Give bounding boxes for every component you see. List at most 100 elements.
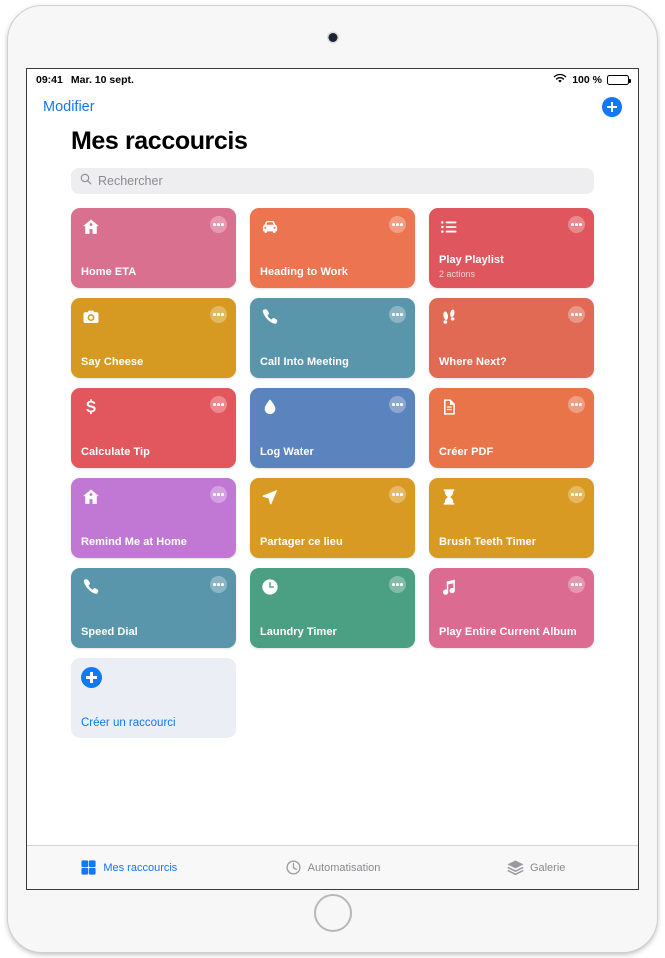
search-input[interactable]: Rechercher <box>71 168 594 194</box>
add-shortcut-button[interactable] <box>602 97 622 117</box>
tab-bar: Mes raccourcis Automatisation Galerie <box>27 845 638 889</box>
shortcut-card-title: Play Playlist <box>439 253 504 266</box>
shortcut-card-log-water[interactable]: Log Water <box>250 388 415 468</box>
main-content: Mes raccourcis Rechercher Home ETA Headin… <box>27 127 638 738</box>
status-bar: 09:41 Mar. 10 sept. 100 % <box>27 69 638 90</box>
tab-galerie[interactable]: Galerie <box>434 859 638 876</box>
ellipsis-icon[interactable] <box>389 396 406 413</box>
navigation-icon <box>260 487 280 507</box>
clock-icon <box>260 577 280 597</box>
shortcut-card-partager-ce-lieu[interactable]: Partager ce lieu <box>250 478 415 558</box>
status-date: Mar. 10 sept. <box>70 73 134 86</box>
ipad-screen: 09:41 Mar. 10 sept. 100 % Modifier Mes r… <box>26 68 639 890</box>
shortcut-card-text: Call Into Meeting <box>260 356 405 369</box>
ipad-device-frame: 09:41 Mar. 10 sept. 100 % Modifier Mes r… <box>8 6 657 952</box>
shortcut-card-home-eta[interactable]: Home ETA <box>71 208 236 288</box>
search-placeholder: Rechercher <box>98 174 163 188</box>
page-title: Mes raccourcis <box>71 127 248 155</box>
shortcut-card-title: Brush Teeth Timer <box>439 535 537 548</box>
ellipsis-icon[interactable] <box>568 216 585 233</box>
shortcut-card-text: Créer PDF <box>439 446 584 459</box>
tab-label: Galerie <box>529 861 566 874</box>
shortcut-card-speed-dial[interactable]: Speed Dial <box>71 568 236 648</box>
status-time: 09:41 <box>36 73 63 86</box>
shortcut-card-title: Speed Dial <box>81 625 138 638</box>
shortcut-card-text: Play Entire Current Album <box>439 626 584 639</box>
shortcut-card-title: Créer PDF <box>439 445 494 458</box>
create-shortcut-card[interactable]: Créer un raccourci <box>71 658 236 738</box>
shortcut-card-laundry-timer[interactable]: Laundry Timer <box>250 568 415 648</box>
battery-percent-label: 100 % <box>572 73 602 86</box>
camera-icon <box>81 307 101 327</box>
list-icon <box>439 217 459 237</box>
shortcut-card-play-playlist[interactable]: Play Playlist 2 actions <box>429 208 594 288</box>
shortcut-card-text: Say Cheese <box>81 356 226 369</box>
shortcut-card-title: Partager ce lieu <box>260 535 343 548</box>
front-camera-icon <box>328 33 337 42</box>
wifi-icon <box>553 73 567 87</box>
shortcut-card-text: Play Playlist 2 actions <box>439 254 584 279</box>
home-button[interactable] <box>313 894 352 932</box>
house-icon <box>81 487 101 507</box>
shortcut-card-title: Remind Me at Home <box>81 535 187 548</box>
ellipsis-icon[interactable] <box>389 306 406 323</box>
shortcuts-grid: Home ETA Heading to Work Play Playlist 2 ac… <box>71 208 594 738</box>
tab-mes-raccourcis[interactable]: Mes raccourcis <box>27 859 231 876</box>
edit-button[interactable]: Modifier <box>43 99 95 115</box>
shortcut-card-heading-to-work[interactable]: Heading to Work <box>250 208 415 288</box>
hourglass-icon <box>439 487 459 507</box>
ellipsis-icon[interactable] <box>210 486 227 503</box>
ellipsis-icon[interactable] <box>568 576 585 593</box>
shortcut-card-cr-er-pdf[interactable]: Créer PDF <box>429 388 594 468</box>
house-icon <box>81 217 101 237</box>
droplet-icon <box>260 397 280 417</box>
music-note-icon <box>439 577 459 597</box>
shortcut-card-text: Remind Me at Home <box>81 536 226 549</box>
navigation-bar: Modifier <box>27 90 638 124</box>
ellipsis-icon[interactable] <box>568 306 585 323</box>
ellipsis-icon[interactable] <box>389 576 406 593</box>
footprints-icon <box>439 307 459 327</box>
shortcut-card-text: Speed Dial <box>81 626 226 639</box>
create-shortcut-label: Créer un raccourci <box>81 717 176 729</box>
shortcut-card-text: Where Next? <box>439 356 584 369</box>
dollar-icon <box>81 397 101 417</box>
clock-automation-icon <box>285 859 302 876</box>
shortcut-card-title: Call Into Meeting <box>260 355 349 368</box>
plus-circle-icon <box>81 667 102 688</box>
shortcut-card-calculate-tip[interactable]: Calculate Tip <box>71 388 236 468</box>
shortcut-card-call-into-meeting[interactable]: Call Into Meeting <box>250 298 415 378</box>
phone-icon <box>81 577 101 597</box>
ellipsis-icon[interactable] <box>210 306 227 323</box>
ellipsis-icon[interactable] <box>568 486 585 503</box>
shortcut-card-text: Log Water <box>260 446 405 459</box>
ellipsis-icon[interactable] <box>389 486 406 503</box>
tab-label: Mes raccourcis <box>103 861 178 874</box>
shortcut-card-title: Log Water <box>260 445 314 458</box>
ellipsis-icon[interactable] <box>210 396 227 413</box>
shortcut-card-title: Say Cheese <box>81 355 144 368</box>
tab-label: Automatisation <box>307 861 381 874</box>
shortcut-card-text: Calculate Tip <box>81 446 226 459</box>
shortcut-card-text: Laundry Timer <box>260 626 405 639</box>
shortcut-card-brush-teeth-timer[interactable]: Brush Teeth Timer <box>429 478 594 558</box>
tab-automatisation[interactable]: Automatisation <box>231 859 435 876</box>
grid-squares-icon <box>80 859 97 876</box>
shortcut-card-where-next[interactable]: Where Next? <box>429 298 594 378</box>
shortcut-card-play-entire-current-album[interactable]: Play Entire Current Album <box>429 568 594 648</box>
shortcut-card-remind-me-at-home[interactable]: Remind Me at Home <box>71 478 236 558</box>
shortcut-card-text: Heading to Work <box>260 266 405 279</box>
shortcut-card-title: Calculate Tip <box>81 445 150 458</box>
ellipsis-icon[interactable] <box>389 216 406 233</box>
shortcut-card-title: Heading to Work <box>260 265 348 278</box>
car-icon <box>260 217 280 237</box>
shortcut-card-say-cheese[interactable]: Say Cheese <box>71 298 236 378</box>
ellipsis-icon[interactable] <box>568 396 585 413</box>
ellipsis-icon[interactable] <box>210 216 227 233</box>
shortcut-card-text: Home ETA <box>81 266 226 279</box>
shortcut-card-subtitle: 2 actions <box>439 269 476 279</box>
document-icon <box>439 397 459 417</box>
ellipsis-icon[interactable] <box>210 576 227 593</box>
battery-full-icon <box>607 74 631 85</box>
shortcut-card-title: Where Next? <box>439 355 507 368</box>
